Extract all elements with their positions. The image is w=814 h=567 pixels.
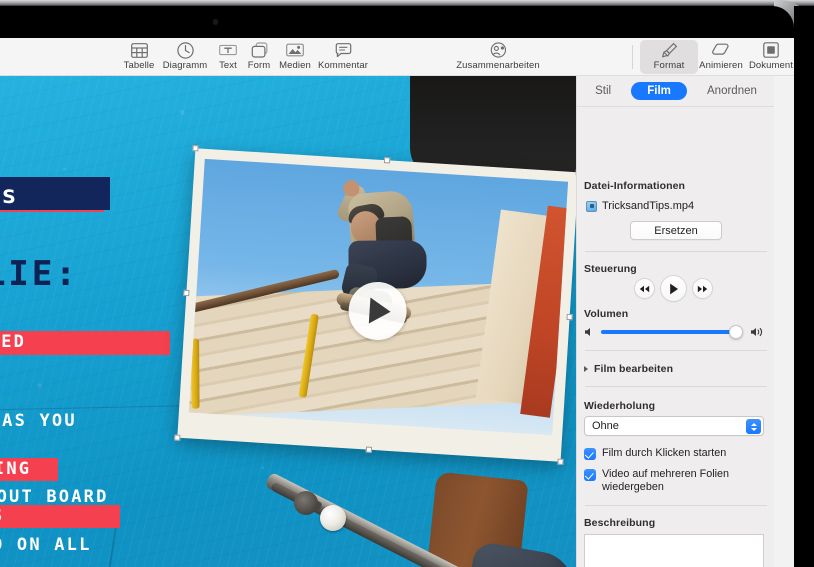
slide-canvas[interactable]: and tips OLLIE: FORTABLE SPEED YOU CAN D… [0,76,596,567]
format-brush-icon [661,41,678,59]
play-triangle-icon [369,297,392,324]
shape-icon [251,41,268,59]
fast-forward-button[interactable] [692,278,713,299]
repeat-heading: Wiederholung [584,400,655,412]
divider-1 [585,251,767,252]
divider-4 [585,505,767,506]
play-icon [669,283,679,295]
table-icon [131,41,148,59]
slide-body-line-7[interactable]: YOU LAND ON ALL [0,535,92,555]
background-wheel-rear-dark [294,491,318,515]
format-inspector-sidebar: Stil Film Anordnen Datei-Informationen T… [576,76,774,567]
toolbar-button-format[interactable]: Format [640,40,698,74]
selection-handle-middle-right[interactable] [566,314,572,320]
checkbox-start-on-click-box[interactable] [584,448,596,460]
selection-handle-bottom-right[interactable] [557,459,563,465]
description-textarea[interactable] [584,534,764,567]
selection-handle-bottom-left[interactable] [174,434,180,440]
toolbar-button-kommentar[interactable]: Kommentar [314,40,372,74]
checkbox-play-across-slides[interactable]: Video auf mehreren Folien wiedergeben [584,468,756,493]
checkbox-start-on-click[interactable]: Film durch Klicken starten [584,447,726,460]
inspector-tab-bar: Stil Film Anordnen [577,76,774,107]
animate-icon [712,41,730,59]
toolbar-button-dokument[interactable]: Dokument [742,40,794,74]
play-button[interactable] [660,275,687,302]
volume-fill [601,330,736,334]
laptop-right-bezel [794,6,814,567]
volume-knob[interactable] [729,325,743,339]
fast-forward-icon [697,285,708,293]
selection-handle-bottom-center[interactable] [366,447,372,453]
movie-polaroid-frame [177,148,578,462]
slide-body-line-1[interactable]: FORTABLE SPEED [0,332,26,352]
toolbar-label-kommentar: Kommentar [318,60,368,71]
selection-handle-top-left[interactable] [192,145,198,151]
slide-body-line-5[interactable]: LEVEL OUT BOARD [0,487,109,507]
tab-stil[interactable]: Stil [579,82,627,100]
file-info-row: TricksandTips.mp4 [586,200,694,212]
selection-handle-top-center[interactable] [384,157,390,163]
media-icon [286,41,304,59]
edit-movie-label: Film bearbeiten [594,363,673,375]
highlight-bar-3 [0,505,120,528]
chevron-updown-icon [746,419,761,434]
controls-heading: Steuerung [584,263,637,275]
rewind-button[interactable] [634,278,655,299]
replace-button[interactable]: Ersetzen [630,221,722,240]
file-info-heading: Datei-Informationen [584,180,685,192]
background-wheel-rear [320,505,346,531]
chart-icon [177,41,194,59]
selection-handle-middle-left[interactable] [183,290,189,296]
movie-object[interactable] [177,148,578,462]
checkbox-start-on-click-label: Film durch Klicken starten [602,447,726,460]
slide-subtitle[interactable]: OLLIE: [0,254,79,294]
toolbar-label-tabelle: Tabelle [124,60,155,71]
laptop-bezel [0,6,814,38]
toolbar-label-dokument: Dokument [749,60,793,71]
camera-icon [213,19,218,25]
toolbar: Tabelle Diagramm Text Form [0,38,794,76]
edit-movie-disclosure[interactable]: Film bearbeiten [584,363,673,375]
checkbox-play-across-slides-label: Video auf mehreren Folien wiedergeben [602,468,756,493]
comment-icon [335,41,352,59]
chevron-right-icon [584,366,588,372]
slide-title[interactable]: and tips [0,180,18,209]
movie-file-icon [586,201,597,212]
divider-2 [585,350,767,351]
collaborate-icon [489,41,508,59]
slide-body-line-3[interactable]: DOWN AS YOU [0,411,77,431]
description-heading: Beschreibung [584,517,655,529]
slide-body-line-6[interactable]: XTEND LEGS [0,506,4,526]
rewind-icon [639,285,650,293]
slide-body-line-4[interactable]: CHEST, BRING [0,459,31,479]
toolbar-divider [632,45,633,69]
divider-3 [585,386,767,387]
laptop-frame: Tabelle Diagramm Text Form [0,0,814,567]
movie-rail-post-2 [191,339,199,409]
toolbar-label-format: Format [654,60,685,71]
toolbar-label-medien: Medien [279,60,311,71]
repeat-selected-value: Ohne [592,420,619,432]
toolbar-label-animieren: Animieren [699,60,743,71]
volume-heading: Volumen [584,308,628,320]
toolbar-label-zusammenarbeiten: Zusammenarbeiten [456,60,539,71]
tab-film[interactable]: Film [631,82,687,100]
volume-low-icon [584,325,596,343]
volume-slider-row[interactable] [584,324,768,340]
keynote-window: Tabelle Diagramm Text Form [0,38,794,567]
checkbox-play-across-slides-box[interactable] [584,469,596,481]
tab-anordnen[interactable]: Anordnen [691,82,773,100]
file-name-label: TricksandTips.mp4 [602,200,694,212]
toolbar-button-zusammenarbeiten[interactable]: Zusammenarbeiten [452,40,544,74]
document-icon [763,41,779,59]
volume-high-icon [750,325,766,343]
repeat-select[interactable]: Ohne [584,416,764,436]
